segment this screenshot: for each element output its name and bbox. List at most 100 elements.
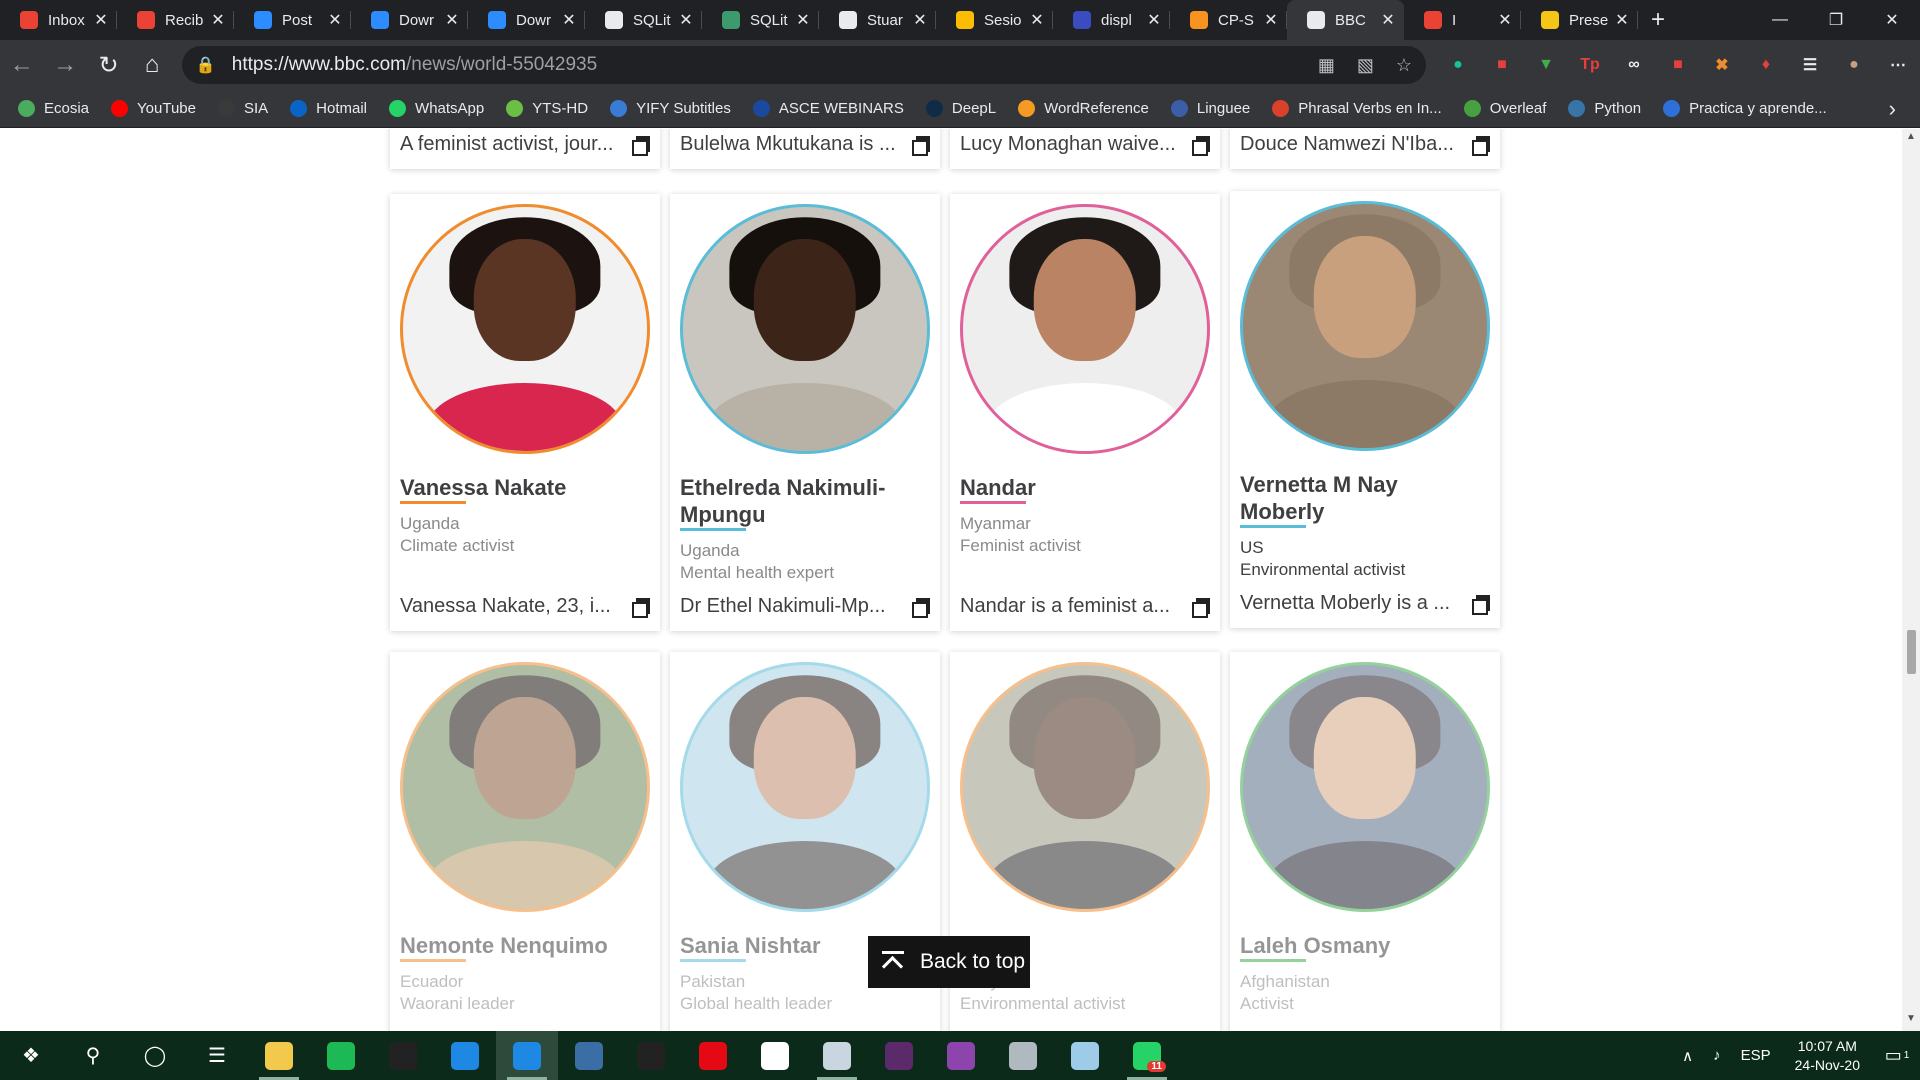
close-tab-icon[interactable]: ✕ bbox=[1029, 10, 1045, 30]
teams-taskbar-button[interactable] bbox=[434, 1031, 496, 1080]
close-tab-icon[interactable]: ✕ bbox=[327, 10, 343, 30]
home-icon[interactable]: ⌂ bbox=[130, 45, 173, 85]
bookmark-item[interactable]: Python bbox=[1568, 100, 1641, 117]
bookmark-item[interactable]: Overleaf bbox=[1463, 100, 1546, 117]
whatsapp-taskbar-button[interactable]: 11 bbox=[1116, 1031, 1178, 1080]
calculator-taskbar-button[interactable] bbox=[558, 1031, 620, 1080]
external-link-icon[interactable] bbox=[1472, 135, 1490, 156]
profile-card[interactable]: Douce Namwezi N'Iba... bbox=[1230, 129, 1500, 169]
profile-card[interactable]: Lucy Monaghan waive... bbox=[950, 129, 1220, 169]
browser-tab[interactable]: BBC ✕ bbox=[1287, 0, 1404, 40]
notification-center-icon[interactable]: ▭ 1 bbox=[1874, 1031, 1920, 1080]
close-tab-icon[interactable]: ✕ bbox=[678, 10, 694, 30]
bookmark-item[interactable]: YTS-HD bbox=[506, 100, 588, 117]
external-link-icon[interactable] bbox=[1192, 135, 1210, 156]
profile-card[interactable]: Nemonte Nenquimo Ecuador Waorani leader bbox=[390, 652, 660, 1031]
browser-tab[interactable]: Sesio ✕ bbox=[936, 0, 1053, 40]
browser-tab[interactable]: Post ✕ bbox=[234, 0, 351, 40]
profile-card[interactable]: Ethelreda Nakimuli- Mpungu Uganda Mental he… bbox=[670, 194, 940, 631]
spotify-taskbar-button[interactable] bbox=[310, 1031, 372, 1080]
browser-tab[interactable]: SQLit ✕ bbox=[585, 0, 702, 40]
upwork-icon[interactable]: ■ bbox=[1656, 45, 1700, 85]
bookmarks-overflow-icon[interactable]: › bbox=[1889, 96, 1896, 122]
bookmark-item[interactable]: Practica y aprende... bbox=[1663, 100, 1827, 117]
card-snippet[interactable]: Vanessa Nakate, 23, i... bbox=[400, 595, 650, 618]
close-tab-icon[interactable]: ✕ bbox=[1497, 10, 1513, 30]
close-window-button[interactable]: ✕ bbox=[1864, 0, 1920, 40]
back-to-top-button[interactable]: Back to top bbox=[868, 936, 1030, 988]
predator-sense-taskbar-button[interactable] bbox=[620, 1031, 682, 1080]
bookmark-item[interactable]: SIA bbox=[217, 100, 268, 117]
bookmark-item[interactable]: Ecosia bbox=[18, 100, 89, 117]
task-view-icon[interactable]: ☰ bbox=[186, 1031, 248, 1080]
browser-tab[interactable]: I ✕ bbox=[1404, 0, 1521, 40]
bookmark-item[interactable]: YIFY Subtitles bbox=[610, 100, 731, 117]
reader-mode-icon[interactable]: ▦ bbox=[1318, 55, 1335, 76]
forward-arrow-icon[interactable]: → bbox=[43, 45, 86, 85]
reload-icon[interactable]: ↻ bbox=[87, 45, 130, 85]
browser-tab[interactable]: Inbox ✕ bbox=[0, 0, 117, 40]
close-tab-icon[interactable]: ✕ bbox=[1146, 10, 1162, 30]
external-link-icon[interactable] bbox=[912, 135, 930, 156]
volume-icon[interactable]: ♪ bbox=[1713, 1047, 1721, 1064]
paint-taskbar-button[interactable] bbox=[806, 1031, 868, 1080]
external-link-icon[interactable] bbox=[632, 135, 650, 156]
browser-tab[interactable]: SQLit ✕ bbox=[702, 0, 819, 40]
pdf-taskbar-button[interactable] bbox=[930, 1031, 992, 1080]
translate-icon[interactable]: ▧ bbox=[1357, 55, 1374, 76]
tp-icon[interactable]: Tp bbox=[1568, 45, 1612, 85]
cross-icon[interactable]: ✖ bbox=[1700, 45, 1744, 85]
bookmark-item[interactable]: WhatsApp bbox=[389, 100, 484, 117]
mask-icon[interactable]: ∞ bbox=[1612, 45, 1656, 85]
close-tab-icon[interactable]: ✕ bbox=[444, 10, 460, 30]
scrollbar-thumb[interactable] bbox=[1907, 630, 1916, 674]
external-link-icon[interactable] bbox=[1472, 594, 1490, 615]
bookmark-item[interactable]: DeepL bbox=[925, 100, 996, 117]
netflix-taskbar-button[interactable] bbox=[682, 1031, 744, 1080]
box-taskbar-button[interactable] bbox=[1054, 1031, 1116, 1080]
database-taskbar-button[interactable] bbox=[992, 1031, 1054, 1080]
card-snippet[interactable]: A feminist activist, jour... bbox=[400, 133, 650, 156]
card-snippet[interactable]: Nandar is a feminist a... bbox=[960, 595, 1210, 618]
card-snippet[interactable]: Dr Ethel Nakimuli-Mp... bbox=[680, 595, 930, 618]
mendeley-icon[interactable]: ■ bbox=[1480, 45, 1524, 85]
profile-card[interactable]: A feminist activist, jour... bbox=[390, 129, 660, 169]
close-tab-icon[interactable]: ✕ bbox=[1614, 10, 1630, 30]
bookmark-item[interactable]: Hotmail bbox=[290, 100, 367, 117]
card-snippet[interactable]: Bulelwa Mkutukana is ... bbox=[680, 133, 930, 156]
profile-card[interactable]: Nandar Myanmar Feminist activist Nandar is … bbox=[950, 194, 1220, 631]
more-menu-icon[interactable]: ⋯ bbox=[1876, 45, 1920, 85]
edge-taskbar-button[interactable] bbox=[496, 1031, 558, 1080]
external-link-icon[interactable] bbox=[912, 597, 930, 618]
browser-tab[interactable]: Stuar ✕ bbox=[819, 0, 936, 40]
browser-tab[interactable]: Dowr ✕ bbox=[468, 0, 585, 40]
browser-tab[interactable]: Dowr ✕ bbox=[351, 0, 468, 40]
bookmark-item[interactable]: YouTube bbox=[111, 100, 196, 117]
browser-tab[interactable]: Recib ✕ bbox=[117, 0, 234, 40]
close-tab-icon[interactable]: ✕ bbox=[912, 10, 928, 30]
restore-button[interactable]: ❐ bbox=[1808, 0, 1864, 40]
close-tab-icon[interactable]: ✕ bbox=[1380, 10, 1396, 30]
star-icon[interactable]: ☆ bbox=[1396, 55, 1412, 76]
close-tab-icon[interactable]: ✕ bbox=[795, 10, 811, 30]
show-hidden-icons-icon[interactable]: ∧ bbox=[1682, 1047, 1693, 1065]
vertical-scrollbar[interactable]: ▲ ▼ bbox=[1902, 129, 1920, 1031]
grammarly-icon[interactable]: ● bbox=[1436, 45, 1480, 85]
reading-list-icon[interactable]: ☰ bbox=[1788, 45, 1832, 85]
minimize-button[interactable]: — bbox=[1752, 0, 1808, 40]
bookmark-item[interactable]: Phrasal Verbs en In... bbox=[1272, 100, 1442, 117]
bookmark-item[interactable]: Linguee bbox=[1170, 100, 1250, 117]
card-snippet[interactable]: Douce Namwezi N'Iba... bbox=[1240, 133, 1490, 156]
muvi-taskbar-button[interactable] bbox=[868, 1031, 930, 1080]
close-tab-icon[interactable]: ✕ bbox=[1263, 10, 1279, 30]
file-explorer-taskbar-button[interactable] bbox=[248, 1031, 310, 1080]
profile-avatar[interactable]: ● bbox=[1832, 45, 1876, 85]
profile-card[interactable]: Bulelwa Mkutukana is ... bbox=[670, 129, 940, 169]
windows-start-icon[interactable]: ❖ bbox=[0, 1031, 62, 1080]
browser-tab[interactable]: CP-S ✕ bbox=[1170, 0, 1287, 40]
browser-tab[interactable]: displ ✕ bbox=[1053, 0, 1170, 40]
scroll-up-icon[interactable]: ▲ bbox=[1902, 131, 1920, 147]
address-bar[interactable]: 🔒 https://www.bbc.com/news/world-5504293… bbox=[181, 46, 1426, 84]
bookmark-item[interactable]: ASCE WEBINARS bbox=[752, 100, 904, 117]
bookmark-item[interactable]: WordReference bbox=[1018, 100, 1149, 117]
